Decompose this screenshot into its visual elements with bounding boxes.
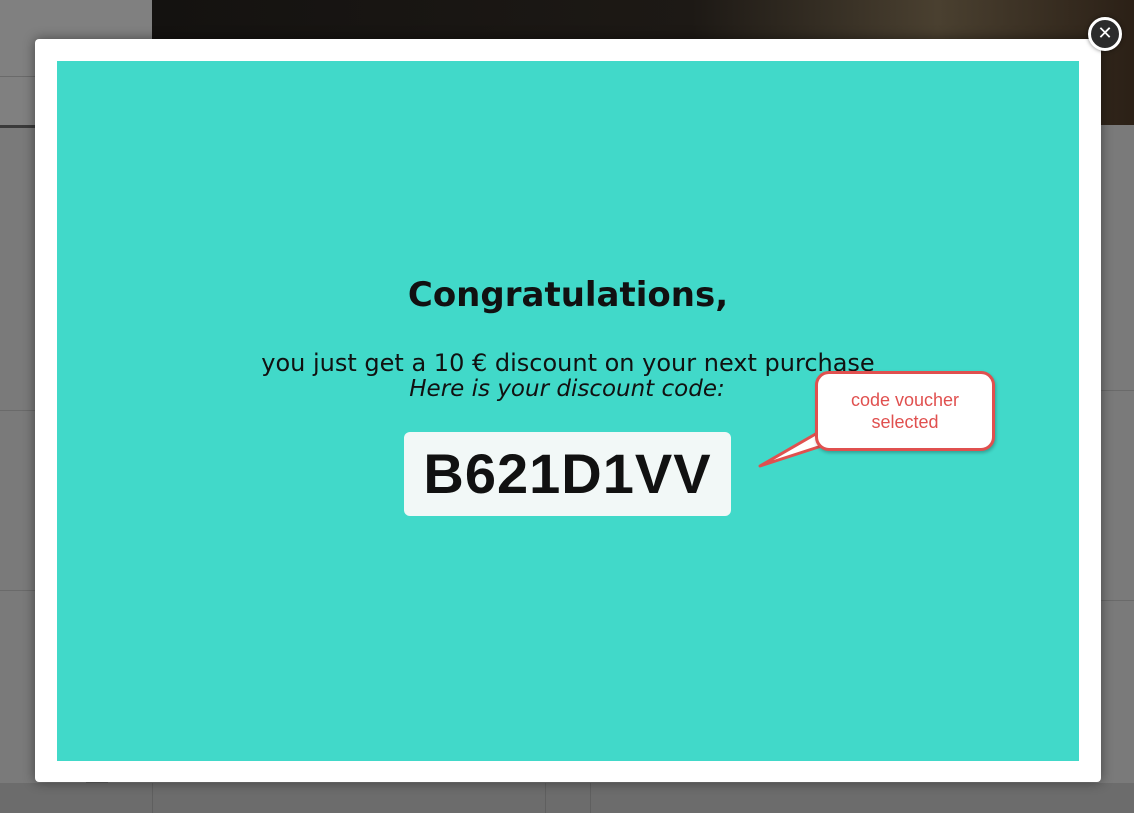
background-divider bbox=[0, 590, 35, 591]
discount-code[interactable]: B621D1VV bbox=[423, 446, 711, 502]
background-divider bbox=[1101, 600, 1134, 601]
close-button[interactable]: ✕ bbox=[1088, 17, 1122, 51]
background-cell bbox=[590, 783, 1021, 813]
background-cell bbox=[545, 783, 591, 813]
callout-text-line2: selected bbox=[871, 412, 939, 432]
callout-text-line1: code voucher bbox=[850, 390, 960, 410]
close-icon: ✕ bbox=[1097, 23, 1113, 44]
background-divider bbox=[0, 410, 35, 411]
modal-title: Congratulations, bbox=[407, 275, 729, 315]
discount-code-box[interactable]: B621D1VV bbox=[404, 432, 731, 516]
annotation-callout: code voucher selected bbox=[815, 371, 995, 451]
background-cell bbox=[152, 783, 543, 813]
